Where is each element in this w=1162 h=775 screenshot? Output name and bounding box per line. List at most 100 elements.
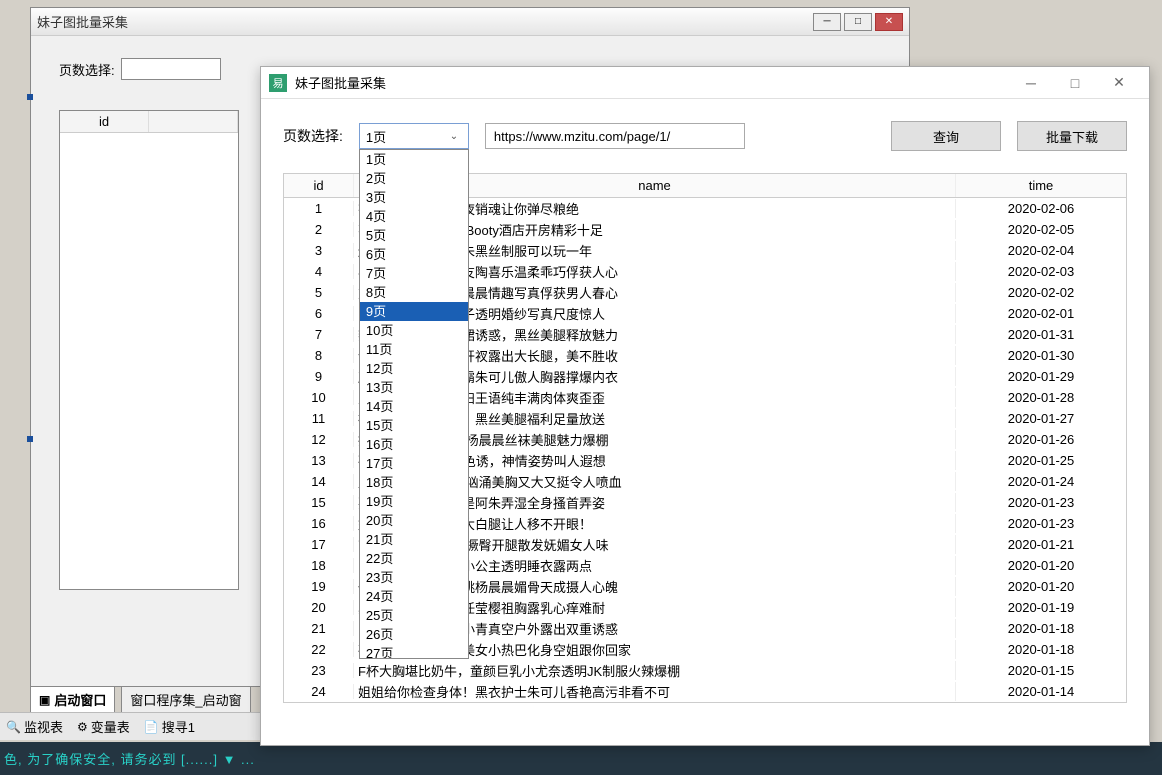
cell-time: 2020-01-23 xyxy=(956,495,1126,510)
dropdown-option[interactable]: 18页 xyxy=(360,473,468,492)
dropdown-option[interactable]: 19页 xyxy=(360,492,468,511)
cell-time: 2020-01-14 xyxy=(956,684,1126,699)
dropdown-option[interactable]: 24页 xyxy=(360,587,468,606)
minimize-button[interactable]: ─ xyxy=(813,13,841,31)
controls-row: 页数选择: 1页 ⌄ 1页2页3页4页5页6页7页8页9页10页11页12页13… xyxy=(283,121,1127,151)
dropdown-option[interactable]: 8页 xyxy=(360,283,468,302)
close-button[interactable]: ✕ xyxy=(875,13,903,31)
dropdown-option[interactable]: 22页 xyxy=(360,549,468,568)
cell-time: 2020-02-01 xyxy=(956,306,1126,321)
close-button[interactable]: ✕ xyxy=(1097,69,1141,97)
th-time[interactable]: time xyxy=(956,174,1126,197)
status-search[interactable]: 📄搜寻1 xyxy=(144,717,195,736)
dropdown-option[interactable]: 15页 xyxy=(360,416,468,435)
cell-time: 2020-02-02 xyxy=(956,285,1126,300)
dropdown-option[interactable]: 7页 xyxy=(360,264,468,283)
window-icon: ▣ xyxy=(39,693,50,707)
designer-th-id: id xyxy=(60,111,149,132)
cell-id: 14 xyxy=(284,474,354,489)
runtime-body: 页数选择: 1页 ⌄ 1页2页3页4页5页6页7页8页9页10页11页12页13… xyxy=(261,99,1149,713)
cell-id: 20 xyxy=(284,600,354,615)
cell-time: 2020-01-29 xyxy=(956,369,1126,384)
query-button[interactable]: 查询 xyxy=(891,121,1001,151)
dropdown-option[interactable]: 27页 xyxy=(360,644,468,659)
dropdown-option[interactable]: 2页 xyxy=(360,169,468,188)
dropdown-option[interactable]: 5页 xyxy=(360,226,468,245)
bottom-tabs: ▣启动窗口 窗口程序集_启动窗 xyxy=(30,686,251,713)
dropdown-option[interactable]: 20页 xyxy=(360,511,468,530)
dropdown-option[interactable]: 4页 xyxy=(360,207,468,226)
cell-name: 姐姐给你检查身体！黑衣护士朱可儿香艳高污非看不可 xyxy=(354,682,956,701)
url-input[interactable]: https://www.mzitu.com/page/1/ xyxy=(485,123,745,149)
designer-titlebar: 妹子图批量采集 ─ □ ✕ xyxy=(31,8,909,36)
cell-time: 2020-02-03 xyxy=(956,264,1126,279)
cell-id: 13 xyxy=(284,453,354,468)
dropdown-option[interactable]: 25页 xyxy=(360,606,468,625)
cell-time: 2020-01-18 xyxy=(956,621,1126,636)
dropdown-option[interactable]: 11页 xyxy=(360,340,468,359)
cell-time: 2020-01-26 xyxy=(956,432,1126,447)
table-row[interactable]: 24姐姐给你检查身体！黑衣护士朱可儿香艳高污非看不可2020-01-14 xyxy=(284,681,1126,702)
cell-time: 2020-01-23 xyxy=(956,516,1126,531)
cell-time: 2020-01-20 xyxy=(956,558,1126,573)
page-select-wrap: 1页 ⌄ 1页2页3页4页5页6页7页8页9页10页11页12页13页14页15… xyxy=(359,123,469,149)
dropdown-option[interactable]: 1页 xyxy=(360,150,468,169)
page-dropdown-list[interactable]: 1页2页3页4页5页6页7页8页9页10页11页12页13页14页15页16页1… xyxy=(359,149,469,659)
table-row[interactable]: 23F杯大胸堪比奶牛，童颜巨乳小尤奈透明JK制服火辣爆棚2020-01-15 xyxy=(284,660,1126,681)
cell-id: 18 xyxy=(284,558,354,573)
cell-time: 2020-01-18 xyxy=(956,642,1126,657)
status-watch[interactable]: 🔍监视表 xyxy=(6,717,63,736)
designer-title: 妹子图批量采集 xyxy=(37,12,813,31)
cell-id: 10 xyxy=(284,390,354,405)
cell-id: 4 xyxy=(284,264,354,279)
dropdown-option[interactable]: 12页 xyxy=(360,359,468,378)
designer-textbox[interactable] xyxy=(121,58,221,80)
minimize-button[interactable]: ─ xyxy=(1009,69,1053,97)
cell-time: 2020-01-31 xyxy=(956,327,1126,342)
cell-time: 2020-02-06 xyxy=(956,201,1126,216)
page-select-label: 页数选择: xyxy=(59,60,115,79)
runtime-window: 易 妹子图批量采集 ─ □ ✕ 页数选择: 1页 ⌄ 1页2页3页4页5页6页7… xyxy=(260,66,1150,746)
th-id[interactable]: id xyxy=(284,174,354,197)
cell-time: 2020-02-05 xyxy=(956,222,1126,237)
runtime-title: 妹子图批量采集 xyxy=(295,73,1009,92)
dropdown-option[interactable]: 21页 xyxy=(360,530,468,549)
tab-window-assembly[interactable]: 窗口程序集_启动窗 xyxy=(121,686,250,713)
cell-id: 19 xyxy=(284,579,354,594)
dropdown-option[interactable]: 6页 xyxy=(360,245,468,264)
cell-id: 6 xyxy=(284,306,354,321)
dropdown-option[interactable]: 14页 xyxy=(360,397,468,416)
cell-id: 12 xyxy=(284,432,354,447)
var-icon: ⚙ xyxy=(77,720,88,734)
dropdown-option[interactable]: 16页 xyxy=(360,435,468,454)
cell-id: 21 xyxy=(284,621,354,636)
cell-id: 5 xyxy=(284,285,354,300)
maximize-button[interactable]: □ xyxy=(1053,69,1097,97)
app-icon: 易 xyxy=(269,74,287,92)
cell-id: 23 xyxy=(284,663,354,678)
dropdown-option[interactable]: 10页 xyxy=(360,321,468,340)
page-select[interactable]: 1页 ⌄ xyxy=(359,123,469,149)
dropdown-option[interactable]: 13页 xyxy=(360,378,468,397)
designer-table[interactable]: id xyxy=(59,110,239,590)
cell-time: 2020-01-21 xyxy=(956,537,1126,552)
cell-time: 2020-01-30 xyxy=(956,348,1126,363)
runtime-titlebar: 易 妹子图批量采集 ─ □ ✕ xyxy=(261,67,1149,99)
tab-startup-window[interactable]: ▣启动窗口 xyxy=(30,686,115,713)
page-select-value: 1页 xyxy=(366,127,386,146)
magnifier-icon: 🔍 xyxy=(6,720,21,734)
status-var[interactable]: ⚙变量表 xyxy=(77,717,130,736)
dropdown-option[interactable]: 3页 xyxy=(360,188,468,207)
dropdown-option[interactable]: 17页 xyxy=(360,454,468,473)
cell-id: 2 xyxy=(284,222,354,237)
cell-time: 2020-01-25 xyxy=(956,453,1126,468)
dropdown-option[interactable]: 23页 xyxy=(360,568,468,587)
bottom-banner: 色, 为了确保安全, 请务必到 [......] ▼ ... xyxy=(0,742,1162,775)
dropdown-option[interactable]: 9页 xyxy=(360,302,468,321)
dropdown-option[interactable]: 26页 xyxy=(360,625,468,644)
maximize-button[interactable]: □ xyxy=(844,13,872,31)
cell-id: 9 xyxy=(284,369,354,384)
cell-id: 22 xyxy=(284,642,354,657)
download-button[interactable]: 批量下载 xyxy=(1017,121,1127,151)
cell-id: 16 xyxy=(284,516,354,531)
